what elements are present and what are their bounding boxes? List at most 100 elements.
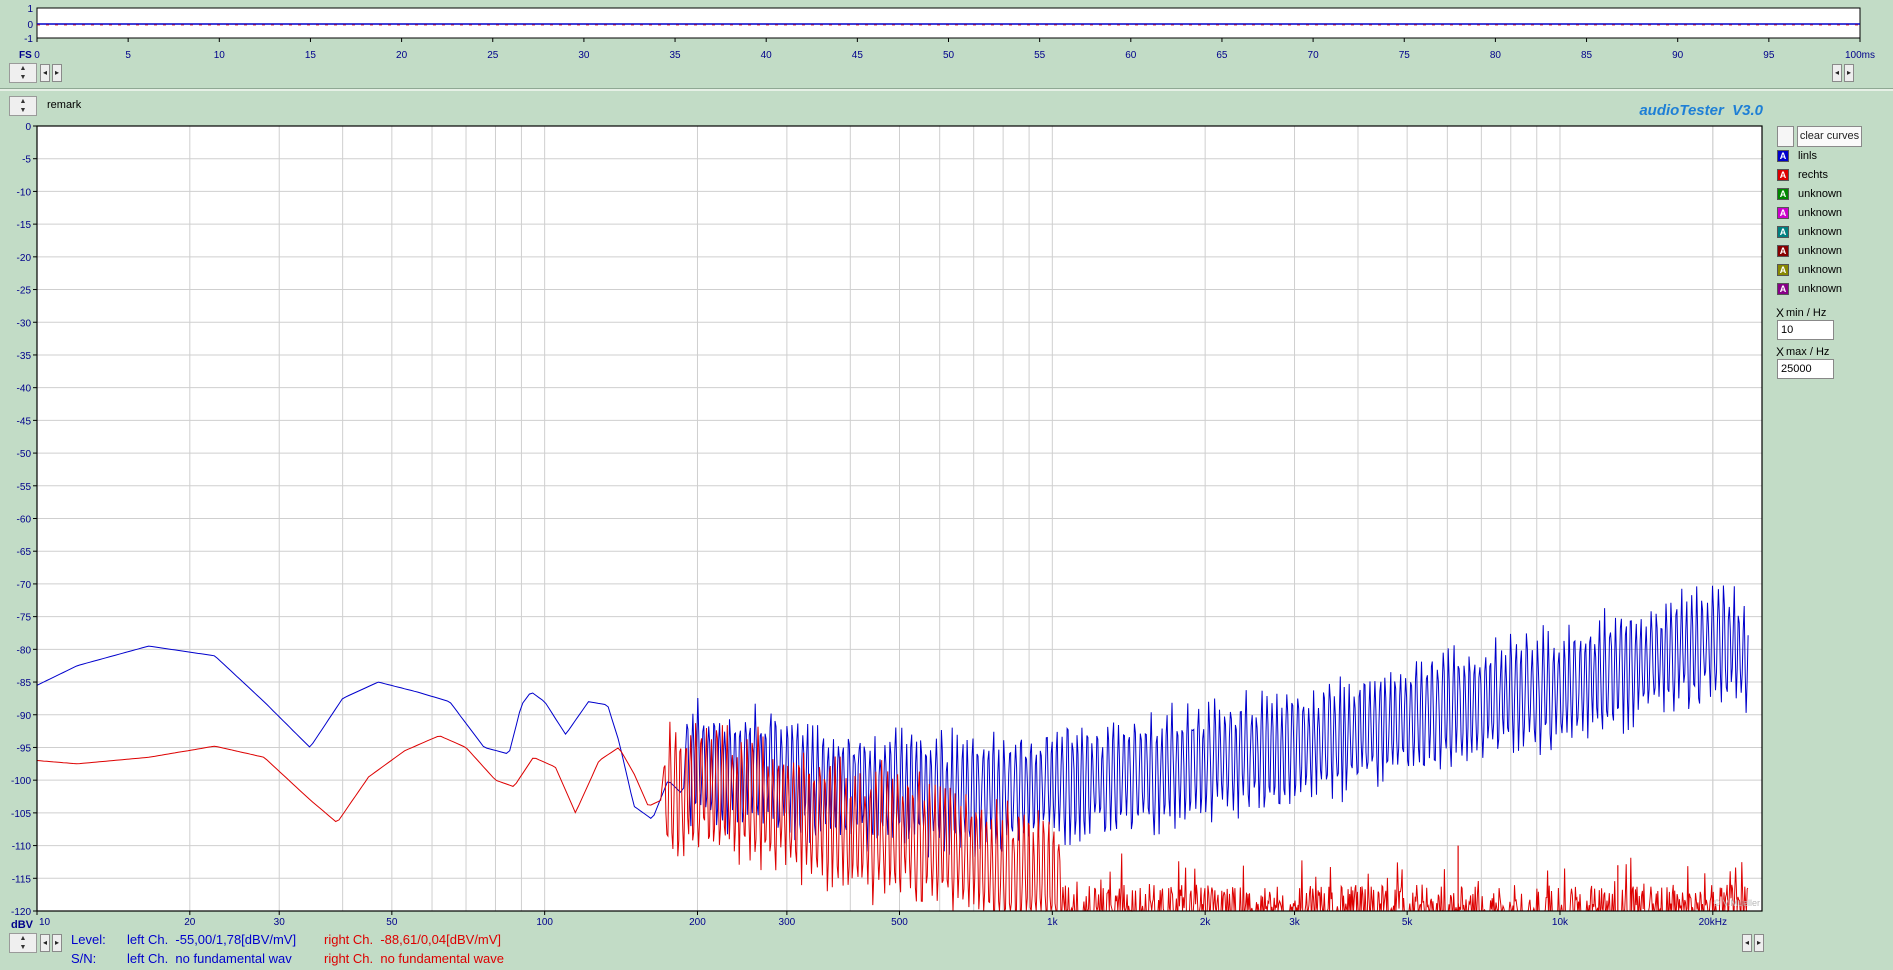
x-tick-label: 20 [184, 917, 196, 928]
down-arrow-icon[interactable]: ▼ [10, 943, 36, 952]
scope-fs-label: FS [19, 50, 32, 61]
scope-scroll-left-button[interactable]: ◂ [40, 64, 50, 82]
y-tick-label: -90 [17, 711, 32, 722]
x-tick-label: 10k [1552, 917, 1569, 928]
xmin-label: min / Hz [1786, 307, 1827, 319]
series-color-swatch[interactable]: A [1777, 207, 1789, 219]
y-tick-label: -80 [17, 645, 32, 656]
scope-x-tick-label: 20 [396, 50, 408, 61]
legend-item-unknown-magenta[interactable]: A unknown [1777, 205, 1887, 221]
y-tick-label: -65 [17, 547, 32, 558]
xmin-input[interactable]: 10 [1777, 320, 1834, 340]
scope-zoom-spinner[interactable]: ▲ ▼ [9, 63, 37, 83]
scope-x-tick-label: 30 [578, 50, 590, 61]
scope-x-tick-label: 100ms [1845, 50, 1875, 61]
clear-curves-button[interactable]: clear curves [1797, 126, 1862, 147]
chart-scroll-left-button-right[interactable]: ◂ [1742, 934, 1752, 952]
chart-scroll-left-button[interactable]: ◂ [40, 934, 50, 952]
level-left-value: left Ch. -55,00/1,78[dBV/mV] [127, 932, 297, 947]
y-tick-label: -5 [22, 155, 31, 166]
clear-curves-color-box[interactable] [1777, 126, 1794, 147]
scope-x-tick-label: 10 [214, 50, 226, 61]
legend-item-unknown-green[interactable]: A unknown [1777, 186, 1887, 202]
legend-label: unknown [1798, 264, 1843, 276]
y-tick-label: -70 [17, 580, 32, 591]
scope-x-tick-label: 80 [1490, 50, 1502, 61]
x-tick-label: 10 [39, 917, 51, 928]
x-axis-icon: X [1776, 345, 1785, 359]
y-tick-label: -50 [17, 449, 32, 460]
up-arrow-icon[interactable]: ▲ [10, 64, 36, 73]
scope-scroll-right-button[interactable]: ▸ [52, 64, 62, 82]
series-color-swatch[interactable]: A [1777, 264, 1789, 276]
y-tick-label: -45 [17, 416, 32, 427]
scope-x-tick-label: 85 [1581, 50, 1593, 61]
scope-x-tick-label: 95 [1763, 50, 1775, 61]
legend-item-unknown-maroon[interactable]: A unknown [1777, 243, 1887, 259]
xmax-input[interactable]: 25000 [1777, 359, 1834, 379]
scope-x-tick-label: 45 [852, 50, 864, 61]
x-tick-label: 200 [689, 917, 706, 928]
series-color-swatch[interactable]: A [1777, 245, 1789, 257]
y-axis-ticks: 0 -5 -10 -15 -20 -25 -30 -35 -40 -45 -50 -55 -60 -65 -… [11, 122, 37, 918]
remark-field[interactable]: remark [47, 99, 81, 111]
series-color-swatch[interactable]: A [1777, 150, 1789, 162]
level-right-value: right Ch. -88,61/0,04[dBV/mV] [324, 932, 502, 947]
scope-x-tick-label: 70 [1308, 50, 1320, 61]
series-color-swatch[interactable]: A [1777, 283, 1789, 295]
scope-y-tick-1: 1 [27, 4, 33, 15]
up-arrow-icon[interactable]: ▲ [10, 97, 36, 106]
series-color-swatch[interactable]: A [1777, 169, 1789, 181]
series-color-swatch[interactable]: A [1777, 188, 1789, 200]
divider [0, 88, 1893, 91]
series-color-swatch[interactable]: A [1777, 226, 1789, 238]
sn-left-value: left Ch. no fundamental wav [127, 951, 292, 966]
legend-label: unknown [1798, 245, 1843, 257]
up-arrow-icon[interactable]: ▲ [10, 934, 36, 943]
x-tick-label: 1k [1047, 917, 1059, 928]
app-title: audioTester V3.0 [1639, 102, 1763, 119]
x-tick-label: 100 [536, 917, 553, 928]
down-arrow-icon[interactable]: ▼ [10, 73, 36, 82]
y-tick-label: -105 [11, 809, 31, 820]
x-tick-label: 2k [1200, 917, 1212, 928]
y-tick-label: -40 [17, 384, 32, 395]
legend-label: rechts [1798, 169, 1828, 181]
x-tick-label: 3k [1289, 917, 1301, 928]
scope-x-tick-label: 25 [487, 50, 499, 61]
y-tick-label: 0 [25, 122, 31, 133]
scope-x-tick-label: 65 [1216, 50, 1228, 61]
x-axis-ticks: 10 20 30 50 100 200 300 500 1k 2k 3k 5k 10k 20kHz [36, 911, 1727, 928]
scope-x-tick-label: 55 [1034, 50, 1046, 61]
x-axis-icon: X [1776, 306, 1785, 320]
y-tick-label: -20 [17, 253, 32, 264]
legend-item-linls[interactable]: A linls [1777, 148, 1887, 164]
y-tick-label: -75 [17, 613, 32, 624]
legend-item-rechts[interactable]: A rechts [1777, 167, 1887, 183]
legend-item-unknown-teal[interactable]: A unknown [1777, 224, 1887, 240]
copyright-watermark: © V.Mueller [1714, 898, 1760, 908]
xmax-label: max / Hz [1786, 346, 1830, 358]
y-tick-label: -55 [17, 482, 32, 493]
chart-grid [37, 125, 1762, 912]
scope-plot-area [36, 7, 1861, 39]
legend-label: unknown [1798, 283, 1843, 295]
y-tick-label: -100 [11, 776, 31, 787]
remark-spinner[interactable]: ▲ ▼ [9, 96, 37, 116]
chart-scroll-right-button[interactable]: ▸ [52, 934, 62, 952]
y-tick-label: -30 [17, 318, 32, 329]
scope-scroll-left-button-right[interactable]: ◂ [1832, 64, 1842, 82]
down-arrow-icon[interactable]: ▼ [10, 106, 36, 115]
scope-x-tick-label: 35 [669, 50, 681, 61]
y-tick-label: -35 [17, 351, 32, 362]
x-tick-label: 300 [779, 917, 796, 928]
legend-item-unknown-olive[interactable]: A unknown [1777, 262, 1887, 278]
scope-scroll-right-button-right[interactable]: ▸ [1844, 64, 1854, 82]
x-tick-label: 500 [891, 917, 908, 928]
legend-item-unknown-purple[interactable]: A unknown [1777, 281, 1887, 297]
x-tick-label: 50 [386, 917, 398, 928]
time-scope: 1 0 -1 FS 0 5 10 15 20 25 30 35 40 45 50 55 60 65 70 75… [19, 4, 1875, 61]
chart-scroll-right-button-right[interactable]: ▸ [1754, 934, 1764, 952]
chart-zoom-spinner[interactable]: ▲ ▼ [9, 933, 37, 953]
y-tick-label: -120 [11, 907, 31, 918]
